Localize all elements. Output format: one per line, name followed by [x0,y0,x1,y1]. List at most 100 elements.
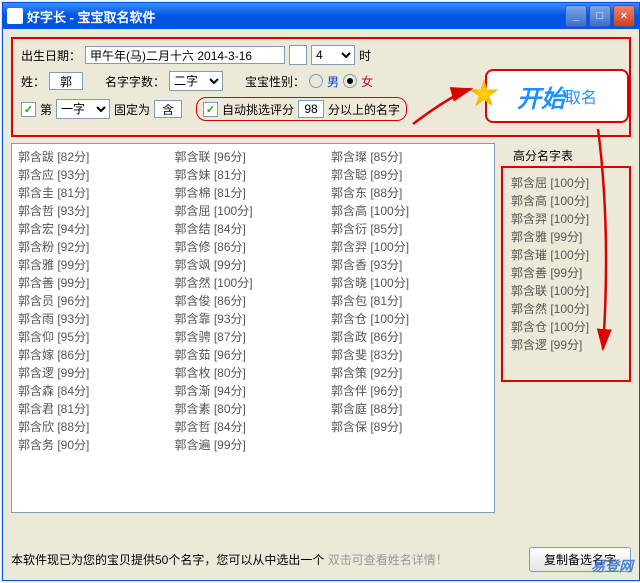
list-item[interactable]: 郭含员 [96分] [18,292,175,310]
list-item[interactable]: 郭含斐 [83分] [331,346,488,364]
window-buttons: _ □ × [565,5,635,27]
sidebar: 高分名字表 郭含屈 [100分]郭含高 [100分]郭含羿 [100分]郭含雅 … [501,143,631,513]
charcount-label: 名字字数： [105,73,165,90]
list-item[interactable]: 郭含渐 [94分] [175,382,332,400]
list-item[interactable]: 郭含骋 [87分] [175,328,332,346]
list-item[interactable]: 郭含羿 [100分] [331,238,488,256]
list-item[interactable]: 郭含哲 [84分] [175,418,332,436]
list-item[interactable]: 郭含仓 [100分] [331,310,488,328]
fix-label: 固定为 [114,101,150,118]
auto-tail: 分以上的名字 [328,101,400,118]
fix-checkbox[interactable]: ✓ [21,102,36,117]
high-score-item[interactable]: 郭含仓 [100分] [511,318,621,336]
list-item[interactable]: 郭含联 [96分] [175,148,332,166]
window-title: 好字长 - 宝宝取名软件 [27,7,565,26]
list-item[interactable]: 郭含结 [84分] [175,220,332,238]
auto-filter-group: ✓ 自动挑选评分 分以上的名字 [196,97,407,121]
list-item[interactable]: 郭含靠 [93分] [175,310,332,328]
maximize-button[interactable]: □ [589,5,611,27]
list-item[interactable]: 郭含聪 [89分] [331,166,488,184]
start-small: 取名 [565,84,597,108]
list-item[interactable]: 郭含包 [81分] [331,292,488,310]
list-item[interactable]: 郭含遍 [99分] [175,436,332,454]
list-item[interactable]: 郭含茹 [96分] [175,346,332,364]
footer-hint: 双击可查看姓名详情！ [328,553,448,567]
list-item[interactable]: 郭含素 [80分] [175,400,332,418]
high-score-item[interactable]: 郭含羿 [100分] [511,210,621,228]
name-list[interactable]: 郭含跋 [82分]郭含联 [96分]郭含璨 [85分] 郭含应 [93分]郭含妹 … [11,143,495,513]
list-item[interactable]: 郭含雅 [99分] [18,256,175,274]
titlebar[interactable]: 好字长 - 宝宝取名软件 _ □ × [3,3,639,29]
list-item[interactable]: 郭含应 [93分] [18,166,175,184]
list-item[interactable]: 郭含修 [86分] [175,238,332,256]
list-item[interactable]: 郭含然 [100分] [175,274,332,292]
gender-male-radio[interactable] [309,74,323,88]
close-button[interactable]: × [613,5,635,27]
list-item[interactable]: 郭含雨 [93分] [18,310,175,328]
list-item[interactable]: 郭含伴 [96分] [331,382,488,400]
list-item[interactable]: 郭含保 [89分] [331,418,488,436]
list-item[interactable]: 郭含跋 [82分] [18,148,175,166]
list-item[interactable]: 郭含善 [99分] [18,274,175,292]
fix-char-input[interactable] [154,100,182,118]
auto-label: 自动挑选评分 [222,101,294,118]
birth-input[interactable] [85,46,285,64]
high-score-item[interactable]: 郭含屈 [100分] [511,174,621,192]
list-item[interactable]: 郭含君 [81分] [18,400,175,418]
surname-label: 姓： [21,73,45,90]
list-item[interactable]: 郭含妹 [81分] [175,166,332,184]
list-item[interactable]: 郭含宏 [94分] [18,220,175,238]
gender-female-radio[interactable] [343,74,357,88]
app-window: 好字长 - 宝宝取名软件 _ □ × 出生日期： 4 时 姓： 名字字数： 二字 [2,2,640,581]
results-area: 郭含跋 [82分]郭含联 [96分]郭含璨 [85分] 郭含应 [93分]郭含妹 … [11,143,631,513]
list-item[interactable]: 郭含政 [86分] [331,328,488,346]
birth-label: 出生日期： [21,47,81,64]
start-button[interactable]: 开始取名 [485,69,629,123]
list-item[interactable]: 郭含飒 [99分] [175,256,332,274]
list-item[interactable]: 郭含衍 [85分] [331,220,488,238]
list-item[interactable]: 郭含欣 [88分] [18,418,175,436]
list-item[interactable]: 郭含枚 [80分] [175,364,332,382]
list-item[interactable]: 郭含逻 [99分] [18,364,175,382]
score-input[interactable] [298,100,324,118]
gender-label: 宝宝性别： [245,73,305,90]
list-item[interactable]: 郭含务 [90分] [18,436,175,454]
start-big: 开始 [517,79,565,114]
list-item[interactable]: 郭含嫁 [86分] [18,346,175,364]
list-item[interactable]: 郭含棉 [81分] [175,184,332,202]
calendar-icon[interactable] [289,45,307,65]
high-score-item[interactable]: 郭含联 [100分] [511,282,621,300]
fix-di: 第 [40,101,52,118]
list-item[interactable]: 郭含哲 [93分] [18,202,175,220]
charcount-select[interactable]: 二字 [169,71,223,91]
list-item[interactable]: 郭含高 [100分] [331,202,488,220]
high-score-item[interactable]: 郭含璀 [100分] [511,246,621,264]
high-score-list[interactable]: 郭含屈 [100分]郭含高 [100分]郭含羿 [100分]郭含雅 [99分]郭… [501,166,631,382]
list-item[interactable]: 郭含策 [92分] [331,364,488,382]
list-item[interactable]: 郭含屈 [100分] [175,202,332,220]
high-score-item[interactable]: 郭含逻 [99分] [511,336,621,354]
high-score-item[interactable]: 郭含然 [100分] [511,300,621,318]
minimize-button[interactable]: _ [565,5,587,27]
list-item[interactable]: 郭含庭 [88分] [331,400,488,418]
auto-checkbox[interactable]: ✓ [203,102,218,117]
list-item[interactable]: 郭含东 [88分] [331,184,488,202]
list-item[interactable]: 郭含璨 [85分] [331,148,488,166]
high-score-item[interactable]: 郭含善 [99分] [511,264,621,282]
high-score-header: 高分名字表 [513,147,631,164]
hour-select[interactable]: 4 [311,45,355,65]
high-score-item[interactable]: 郭含雅 [99分] [511,228,621,246]
list-item[interactable]: 郭含粉 [92分] [18,238,175,256]
footer: 本软件现已为您的宝贝提供50个名字，您可以从中选出一个 双击可查看姓名详情！ 复… [11,547,631,572]
list-item[interactable]: 郭含香 [93分] [331,256,488,274]
list-item[interactable]: 郭含森 [84分] [18,382,175,400]
list-item[interactable]: 郭含晓 [100分] [331,274,488,292]
list-item[interactable]: 郭含圭 [81分] [18,184,175,202]
high-score-item[interactable]: 郭含高 [100分] [511,192,621,210]
position-select[interactable]: 一字 [56,99,110,119]
surname-input[interactable] [49,72,83,90]
list-item[interactable]: 郭含俊 [86分] [175,292,332,310]
list-item[interactable]: 郭含仰 [95分] [18,328,175,346]
list-item[interactable] [331,436,488,454]
watermark: 易登网 [591,556,633,576]
